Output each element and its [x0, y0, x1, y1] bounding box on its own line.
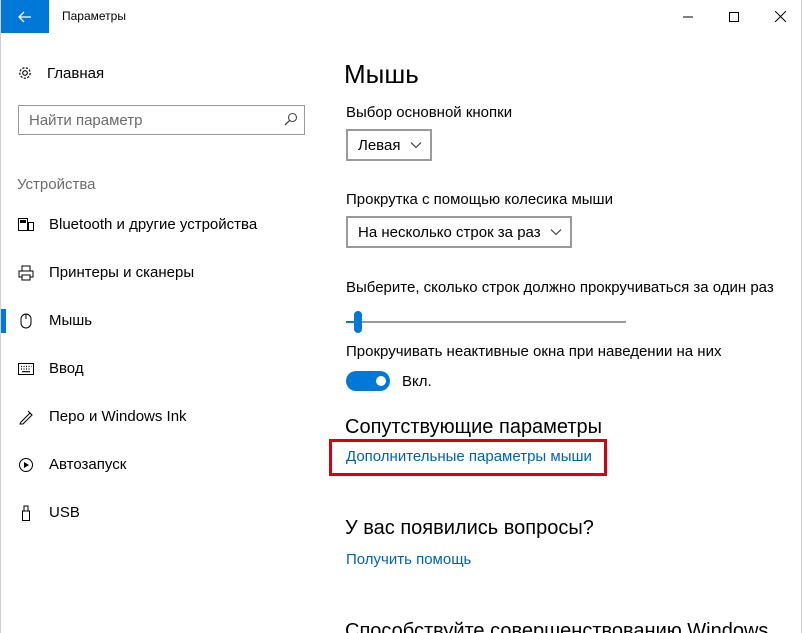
search-icon[interactable] [284, 112, 298, 131]
sidebar: Главная Устройства Bluetooth и другие ус… [1, 33, 321, 633]
chevron-down-icon [550, 229, 562, 236]
sidebar-item-bluetooth[interactable]: Bluetooth и другие устройства [1, 205, 321, 245]
search-box[interactable] [18, 105, 305, 135]
section-title-devices: Устройства [17, 176, 96, 193]
wheel-scroll-dropdown[interactable]: На несколько строк за раз [346, 216, 572, 248]
primary-button-label: Выбор основной кнопки [346, 104, 513, 121]
maximize-icon [729, 11, 739, 22]
keyboard-icon [18, 361, 34, 377]
main-content: Мышь Выбор основной кнопки Левая Прокрут… [321, 33, 801, 633]
pen-icon [18, 409, 34, 425]
lines-to-scroll-slider[interactable] [346, 310, 626, 334]
improve-windows-title: Способствуйте совершенствованию Windows [345, 620, 769, 633]
close-button[interactable] [757, 0, 801, 33]
sidebar-item-usb[interactable]: USB [1, 493, 321, 533]
title-bar: Параметры [1, 0, 801, 33]
mouse-icon [18, 313, 34, 329]
sidebar-item-label: Мышь [49, 312, 93, 329]
sidebar-item-printers[interactable]: Принтеры и сканеры [1, 253, 321, 293]
slider-thumb[interactable] [354, 311, 363, 333]
related-settings-title: Сопутствующие параметры [345, 416, 603, 438]
back-arrow-icon [18, 11, 31, 22]
inactive-scroll-state: Вкл. [402, 373, 432, 390]
wheel-scroll-label: Прокрутка с помощью колесика мыши [346, 191, 613, 208]
minimize-button[interactable] [665, 0, 711, 33]
wheel-scroll-value: На несколько строк за раз [358, 223, 541, 241]
toggle-knob [376, 376, 386, 386]
slider-track [346, 321, 626, 323]
autoplay-icon [18, 457, 34, 473]
page-title: Мышь [344, 59, 419, 89]
sidebar-item-label: Ввод [49, 360, 84, 377]
back-button[interactable] [1, 0, 49, 33]
sidebar-item-label: Принтеры и сканеры [49, 264, 195, 281]
sidebar-item-mouse[interactable]: Мышь [1, 301, 321, 341]
primary-button-value: Левая [358, 136, 401, 154]
devices-icon [18, 217, 34, 233]
inactive-scroll-label: Прокручивать неактивные окна при наведен… [346, 343, 722, 360]
usb-icon [18, 505, 34, 521]
sidebar-item-typing[interactable]: Ввод [1, 349, 321, 389]
gear-icon [19, 67, 31, 79]
settings-window: Параметры Главная Найти параметр Устройс… [0, 0, 802, 633]
sidebar-item-label: Автозапуск [49, 456, 127, 473]
chevron-down-icon [410, 142, 422, 149]
get-help-link[interactable]: Получить помощь [346, 551, 471, 568]
sidebar-item-label: Перо и Windows Ink [49, 408, 187, 425]
sidebar-home[interactable]: Главная [17, 63, 104, 83]
inactive-scroll-toggle[interactable] [346, 371, 390, 391]
printer-icon [18, 265, 34, 281]
sidebar-item-label: USB [49, 504, 80, 521]
active-indicator [1, 309, 6, 333]
primary-button-dropdown[interactable]: Левая [346, 129, 432, 161]
lines-to-scroll-label: Выберите, сколько строк должно прокручив… [346, 279, 774, 296]
close-icon [774, 11, 786, 22]
search-input[interactable] [29, 111, 269, 129]
sidebar-item-pen[interactable]: Перо и Windows Ink [1, 397, 321, 437]
minimize-icon [683, 16, 693, 17]
sidebar-home-label: Главная [47, 64, 105, 82]
maximize-button[interactable] [711, 0, 757, 33]
sidebar-item-label: Bluetooth и другие устройства [49, 216, 258, 233]
additional-mouse-options-link[interactable]: Дополнительные параметры мыши [346, 448, 592, 465]
questions-title: У вас появились вопросы? [345, 517, 594, 539]
sidebar-item-autoplay[interactable]: Автозапуск [1, 445, 321, 485]
window-title: Параметры [62, 9, 126, 23]
